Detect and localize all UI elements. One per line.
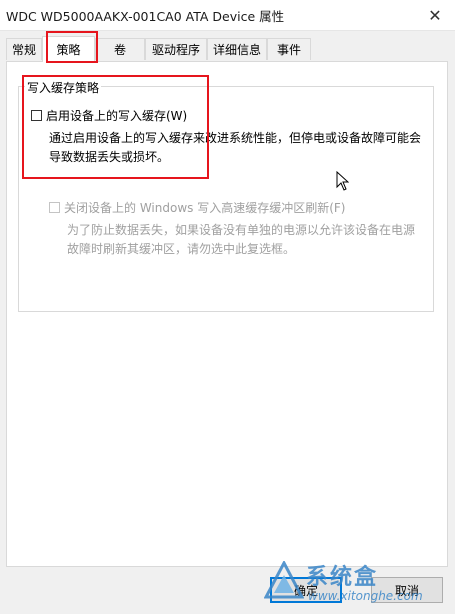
description-line: 通过启用设备上的写入缓存来改进系统性能，但停电或设备故障可能会 [49,131,422,145]
tab-label: 驱动程序 [151,43,200,57]
tab-details[interactable]: 详细信息 [207,38,267,60]
disable-buffer-flush-description: 为了防止数据丢失，如果设备没有单独的电源以允许该设备在电源 故障时刷新其缓冲区，… [67,221,415,259]
tab-policies[interactable]: 策略 [42,36,95,62]
mouse-cursor-icon [336,171,349,191]
tab-label: 卷 [113,43,126,57]
description-line: 为了防止数据丢失，如果设备没有单独的电源以允许该设备在电源 [67,223,416,237]
enable-write-cache-checkbox[interactable] [31,110,42,121]
enable-write-cache-description: 通过启用设备上的写入缓存来改进系统性能，但停电或设备故障可能会 导致数据丢失或损… [49,129,421,167]
disable-buffer-flush-checkbox [49,202,60,213]
cancel-button-label: 取消 [394,583,419,598]
tab-label: 策略 [56,43,81,57]
tab-label: 常规 [11,43,36,57]
cancel-button[interactable]: 取消 [371,577,443,603]
tab-driver[interactable]: 驱动程序 [145,38,207,60]
enable-write-cache-label: 启用设备上的写入缓存(W) [46,109,188,123]
group-title: 写入缓存策略 [25,79,102,96]
title-bar: WDC WD5000AAKX-001CA0 ATA Device 属性 ✕ [0,0,455,31]
enable-write-cache-option[interactable]: 启用设备上的写入缓存(W) [31,107,187,124]
tab-events[interactable]: 事件 [267,38,311,60]
tab-panel-policies: 写入缓存策略 启用设备上的写入缓存(W) 通过启用设备上的写入缓存来改进系统性能… [6,61,448,567]
tab-volumes[interactable]: 卷 [95,38,145,60]
tab-label: 事件 [276,43,301,57]
close-icon: ✕ [428,5,442,25]
disable-buffer-flush-option: 关闭设备上的 Windows 写入高速缓存缓冲区刷新(F) [49,199,345,216]
tab-bar: 常规 策略 卷 驱动程序 详细信息 事件 [0,36,455,62]
tab-label: 详细信息 [212,43,261,57]
ok-button-label: 确定 [293,583,318,598]
ok-button[interactable]: 确定 [270,577,342,603]
tab-general[interactable]: 常规 [6,38,42,60]
close-button[interactable]: ✕ [415,0,455,30]
description-line: 故障时刷新其缓冲区，请勿选中此复选框。 [67,242,296,256]
description-line: 导致数据丢失或损坏。 [49,150,170,164]
window-title: WDC WD5000AAKX-001CA0 ATA Device 属性 [6,9,285,24]
disable-buffer-flush-label: 关闭设备上的 Windows 写入高速缓存缓冲区刷新(F) [64,201,346,215]
